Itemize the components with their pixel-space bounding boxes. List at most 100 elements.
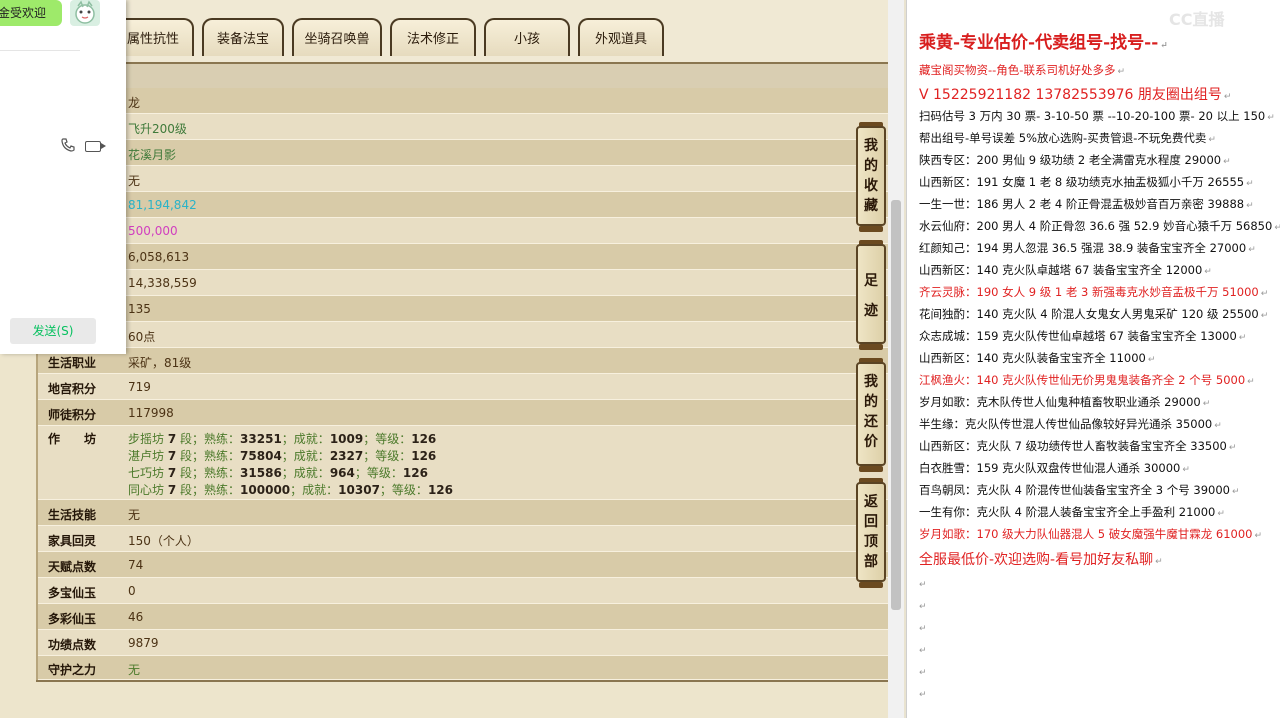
row-label: 家具回灵 [48,534,97,548]
table-row: 师徒积分 117998 [38,400,888,426]
table-row: 天赋点数 74 [38,552,888,578]
row-value: 135 [128,302,151,316]
row-label: 天赋点数 [48,560,97,574]
listing-line: 全服最低价-欢迎选购-看号加好友私聊 ↵ [919,552,1163,568]
table-row: 生活技能 无 [38,500,888,526]
listing-line: 山西新区：140 克火队装备宝宝齐全 11000 ↵ [919,351,1156,365]
row-value: 龙 [128,96,141,110]
empty-paragraph-mark: ↵ [919,690,927,700]
row-value: 6,058,613 [128,250,190,264]
row-value: 花溪月影 [128,148,177,162]
listing-line: 岁月如歌：170 级大力队仙器混人 5 破女魔强牛魔甘霖龙 61000 ↵ [919,527,1263,541]
listing-line: 江枫渔火：140 克火队传世仙无价男鬼鬼装备齐全 2 个号 5000 ↵ [919,373,1255,387]
row-value: 500,000 [128,224,178,238]
row-label: 地宫积分 [48,382,97,396]
panel-bottom-border [36,680,888,682]
document-panel: CC直播 乘黄-专业估价-代卖组号-找号-- ↵ 藏宝阁买物资--角色-联系司机好… [906,0,1280,718]
workshop-line: 同心坊 7 段；熟练：100000；成就：10307；等级：126 [128,483,453,497]
row-label: 生活职业 [48,356,97,370]
listing-line: 一生一世：186 男人 2 老 4 阶正骨混盂极妙音百万亲密 39888 ↵ [919,197,1254,211]
workshop-line: 步摇坊 7 段；熟练：33251；成就：1009；等级：126 [128,432,437,446]
table-row: 花溪月影 [38,140,888,166]
listing-line: 岁月如歌：克木队传世人仙鬼种植畜牧职业通杀 29000 ↵ [919,395,1211,409]
listing-line: 红颜知己：194 男人忽混 36.5 强混 38.9 装备宝宝齐全 27000 ↵ [919,241,1256,255]
empty-paragraph-mark: ↵ [919,668,927,678]
listing-line: 半生缘：克火队传世混人传世仙品像较好异光通杀 35000 ↵ [919,417,1222,431]
listing-line: 山西新区：140 克火队卓越塔 67 装备宝宝齐全 12000 ↵ [919,263,1212,277]
table-row: 龙 [38,88,888,114]
row-value: 81,194,842 [128,198,197,212]
table-row: 135 [38,296,888,322]
tab-mounts-pets[interactable]: 坐骑召唤兽 [292,18,382,56]
listing-line: 花间独酌：140 克火队 4 阶混人女鬼女人男鬼采矿 120 级 25500 ↵ [919,307,1269,321]
chat-window: 金受欢迎 发送(S) [0,0,126,354]
workshop-line: 湛卢坊 7 段；熟练：75804；成就：2327；等级：126 [128,449,437,463]
table-row: 6,058,613 [38,244,888,270]
button-cap [859,466,883,472]
empty-paragraph-mark: ↵ [919,624,927,634]
send-button[interactable]: 发送(S) [10,318,96,344]
document-title: 乘黄-专业估价-代卖组号-找号-- ↵ [919,33,1168,53]
row-value: 无 [128,174,141,188]
row-value: 飞升200级 [128,122,187,136]
table-row: 家具回灵 150（个人） [38,526,888,552]
listing-line: 扫码估号 3 万内 30 票- 3-10-50 票 --10-20-100 票-… [919,109,1275,123]
row-label: 守护之力 [48,663,97,677]
tab-bar: 属性抗性 装备法宝 坐骑召唤兽 法术修正 小孩 外观道具 [0,0,888,62]
table-row: 81,194,842 [38,192,888,218]
button-cap [859,344,883,350]
table-row: 守护之力 无 [38,656,888,680]
row-value: 150（个人） [128,534,199,548]
table-row: 14,338,559 [38,270,888,296]
listing-line: 帮出组号-单号误差 5%放心选购-买贵管退-不玩免费代卖 ↵ [919,131,1216,145]
listing-line: 齐云灵脉：190 女人 9 级 1 老 3 新强毒克水妙音盂极千万 51000 ↵ [919,285,1269,299]
row-value: 无 [128,508,141,522]
table-row: 60点 [38,322,888,348]
listing-line: V 15225921182 13782553976 朋友圈出组号 ↵ [919,87,1232,103]
stream-watermark: CC直播 [1169,10,1225,29]
row-value: 无 [128,663,141,677]
workshop-line: 七巧坊 7 段；熟练：31586；成就：964；等级：126 [128,466,428,480]
footprint-button[interactable]: 足迹 [856,244,886,344]
back-to-top-button[interactable]: 返回顶部 [856,482,886,582]
tab-children[interactable]: 小孩 [484,18,570,56]
listing-line: 藏宝阁买物资--角色-联系司机好处多多 ↵ [919,63,1125,77]
empty-paragraph-mark: ↵ [919,602,927,612]
table-row: 多宝仙玉 0 [38,578,888,604]
scrollbar-thumb[interactable] [891,200,901,610]
row-value: 46 [128,610,144,624]
listing-line: 百鸟朝凤：克火队 4 阶混传世仙装备宝宝齐全 3 个号 39000 ↵ [919,483,1240,497]
listing-line: 一生有你：克火队 4 阶混人装备宝宝齐全上手盈利 21000 ↵ [919,505,1225,519]
phone-icon[interactable] [60,137,76,153]
listing-line: 陕西专区：200 男仙 9 级功绩 2 老全满雷克水程度 29000 ↵ [919,153,1231,167]
my-favorites-button[interactable]: 我的收藏 [856,126,886,226]
tab-equipment[interactable]: 装备法宝 [202,18,284,56]
table-row: 500,000 [38,218,888,244]
divider [0,50,80,51]
workshop-label: 作 坊 [48,432,97,446]
table-row: 多彩仙玉 46 [38,604,888,630]
row-value: 14,338,559 [128,276,197,290]
listing-line: 山西新区：克火队 7 级功绩传世人畜牧装备宝宝齐全 33500 ↵ [919,439,1237,453]
row-value: 60点 [128,330,156,344]
workshop-row: 作 坊 步摇坊 7 段；熟练：33251；成就：1009；等级：126 湛卢坊 … [38,426,888,500]
listing-line: 水云仙府：200 男人 4 阶正骨忽 36.6 强 52.9 妙音心猿千万 56… [919,219,1280,233]
tab-appearance-items[interactable]: 外观道具 [578,18,664,56]
video-call-icon[interactable] [85,141,106,152]
table-row: 功绩点数 9879 [38,630,888,656]
row-value: 117998 [128,406,174,420]
row-value: 719 [128,380,151,394]
row-label: 多彩仙玉 [48,612,97,626]
table-row: 无 [38,166,888,192]
row-value: 74 [128,558,144,572]
empty-paragraph-mark: ↵ [919,580,927,590]
empty-paragraph-mark: ↵ [919,646,927,656]
table-row: 飞升200级 [38,114,888,140]
row-label: 功绩点数 [48,638,97,652]
tab-spell-mods[interactable]: 法术修正 [390,18,476,56]
row-value: 0 [128,584,136,598]
listing-line: 山西新区：191 女魔 1 老 8 级功绩克水抽盂极狐小千万 26555 ↵ [919,175,1254,189]
row-value: 采矿，81级 [128,356,192,370]
avatar[interactable] [70,0,100,26]
my-counteroffer-button[interactable]: 我的还价 [856,362,886,466]
